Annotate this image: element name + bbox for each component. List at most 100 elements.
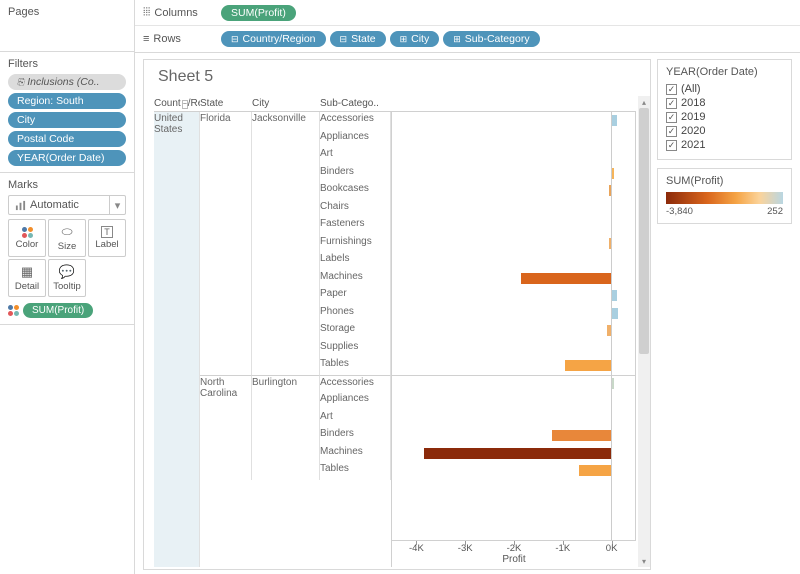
subcat-cell[interactable]: Binders bbox=[320, 165, 391, 183]
scroll-down-icon[interactable]: ▾ bbox=[638, 555, 650, 567]
filter-pill[interactable]: Region: South bbox=[8, 93, 126, 109]
color-gradient[interactable] bbox=[666, 192, 783, 204]
bar[interactable] bbox=[424, 448, 611, 459]
viz-pane: Sheet 5 Count−/Re.. United States State … bbox=[143, 59, 651, 570]
marks-grid: Color ⬭Size TLabel bbox=[8, 219, 126, 257]
subcat-cell[interactable]: Supplies bbox=[320, 340, 391, 358]
main-panel: ⦙⦙⦙Columns SUM(Profit) ≡Rows ⊟Country/Re… bbox=[135, 0, 800, 574]
size-icon: ⬭ bbox=[61, 224, 72, 240]
columns-shelf[interactable]: ⦙⦙⦙Columns SUM(Profit) bbox=[135, 0, 800, 26]
subcat-cell[interactable]: Binders bbox=[320, 427, 391, 445]
filter-pill[interactable]: Postal Code bbox=[8, 131, 126, 147]
marks-type-label: Automatic bbox=[30, 199, 79, 211]
tick-label: -2K bbox=[507, 543, 522, 554]
year-checkbox-row[interactable]: ✓(All) bbox=[666, 83, 783, 95]
subcat-cell[interactable]: Tables bbox=[320, 357, 391, 375]
subcat-cell[interactable]: Appliances bbox=[320, 392, 391, 410]
state-header[interactable]: State bbox=[200, 96, 252, 112]
columns-icon: ⦙⦙⦙ bbox=[143, 6, 150, 19]
marks-detail-button[interactable]: ▦Detail bbox=[8, 259, 46, 297]
shelf-pill[interactable]: ⊞City bbox=[390, 31, 440, 47]
rows-icon: ≡ bbox=[143, 33, 149, 45]
viz-area: Sheet 5 Count−/Re.. United States State … bbox=[135, 53, 800, 574]
subcat-cell[interactable]: Machines bbox=[320, 270, 391, 288]
tick-label: 0K bbox=[606, 543, 618, 554]
tick-label: -4K bbox=[409, 543, 424, 554]
x-axis-ticks: -4K-3K-2K-1K0K bbox=[392, 540, 636, 554]
subcat-cell[interactable]: Appliances bbox=[320, 130, 391, 148]
filter-pill[interactable]: City bbox=[8, 112, 126, 128]
year-checkbox-row[interactable]: ✓2019 bbox=[666, 111, 783, 123]
state-cell[interactable]: North Carolina bbox=[200, 375, 252, 480]
year-checkbox-row[interactable]: ✓2018 bbox=[666, 97, 783, 109]
marks-type-select[interactable]: Automatic ▾ bbox=[8, 195, 126, 215]
subcat-cell[interactable]: Tables bbox=[320, 462, 391, 480]
scroll-up-icon[interactable]: ▴ bbox=[638, 96, 650, 108]
marks-size-button[interactable]: ⬭Size bbox=[48, 219, 86, 257]
checkbox-icon[interactable]: ✓ bbox=[666, 84, 677, 95]
filters-shelf: Filters ⎘Inclusions (Co..Region: SouthCi… bbox=[0, 52, 134, 173]
checkbox-icon[interactable]: ✓ bbox=[666, 126, 677, 137]
expand-icon: ⊞ bbox=[400, 34, 408, 45]
bars-area: -4K-3K-2K-1K0K Profit bbox=[392, 96, 636, 567]
subcat-cell[interactable]: Fasteners bbox=[320, 217, 391, 235]
subcat-cell[interactable]: Chairs bbox=[320, 200, 391, 218]
subcat-col: Sub-Catego.. AccessoriesAppliancesArtBin… bbox=[320, 96, 392, 567]
marks-color-pill[interactable]: SUM(Profit) bbox=[23, 303, 93, 318]
shelf-pill[interactable]: ⊟Country/Region bbox=[221, 31, 326, 47]
year-checkbox-row[interactable]: ✓2020 bbox=[666, 125, 783, 137]
marks-color-button[interactable]: Color bbox=[8, 219, 46, 257]
marks-pill-row: SUM(Profit) bbox=[8, 303, 126, 318]
sheet-title: Sheet 5 bbox=[158, 68, 650, 86]
tick-label: -1K bbox=[555, 543, 570, 554]
bar[interactable] bbox=[552, 430, 610, 441]
marks-tooltip-button[interactable]: 💬Tooltip bbox=[48, 259, 86, 297]
link-icon: ⎘ bbox=[17, 77, 24, 88]
pages-shelf[interactable]: Pages bbox=[0, 0, 134, 52]
subcat-cell[interactable]: Art bbox=[320, 410, 391, 428]
shelf-pill[interactable]: SUM(Profit) bbox=[221, 5, 296, 21]
subcat-header[interactable]: Sub-Catego.. bbox=[320, 96, 392, 112]
year-checkbox-row[interactable]: ✓2021 bbox=[666, 139, 783, 151]
scroll-thumb[interactable] bbox=[639, 108, 649, 354]
bar[interactable] bbox=[611, 308, 618, 319]
subcat-cell[interactable]: Bookcases bbox=[320, 182, 391, 200]
subcat-cell[interactable]: Machines bbox=[320, 445, 391, 463]
checkbox-icon[interactable]: ✓ bbox=[666, 140, 677, 151]
city-cell[interactable]: Jacksonville bbox=[252, 112, 320, 375]
bars-body[interactable] bbox=[392, 112, 636, 540]
legend-max: 252 bbox=[767, 206, 783, 217]
country-col: Count−/Re.. United States bbox=[154, 96, 200, 567]
bar[interactable] bbox=[579, 465, 611, 476]
expand-icon: ⊟ bbox=[231, 34, 239, 45]
vertical-scrollbar[interactable]: ▴ ▾ bbox=[638, 96, 650, 567]
state-cell[interactable]: Florida bbox=[200, 112, 252, 375]
subcat-cell[interactable]: Storage bbox=[320, 322, 391, 340]
city-cell[interactable]: Burlington bbox=[252, 375, 320, 480]
bar[interactable] bbox=[521, 273, 611, 284]
subcat-cell[interactable]: Accessories bbox=[320, 112, 391, 130]
subcat-cell[interactable]: Labels bbox=[320, 252, 391, 270]
country-header[interactable]: Count−/Re.. bbox=[154, 96, 200, 112]
right-panel: YEAR(Order Date) ✓(All)✓2018✓2019✓2020✓2… bbox=[657, 59, 792, 570]
shelf-pill[interactable]: ⊟State bbox=[330, 31, 386, 47]
country-cell[interactable]: United States bbox=[154, 112, 200, 567]
filter-pill[interactable]: ⎘Inclusions (Co.. bbox=[8, 74, 126, 90]
subcat-cell[interactable]: Furnishings bbox=[320, 235, 391, 253]
city-header[interactable]: City bbox=[252, 96, 320, 112]
marks-title: Marks bbox=[8, 179, 126, 191]
x-axis-title: Profit bbox=[392, 554, 636, 567]
rows-shelf[interactable]: ≡Rows ⊟Country/Region⊟State⊞City⊞Sub-Cat… bbox=[135, 26, 800, 52]
subcat-cell[interactable]: Art bbox=[320, 147, 391, 165]
checkbox-icon[interactable]: ✓ bbox=[666, 98, 677, 109]
subcat-cell[interactable]: Phones bbox=[320, 305, 391, 323]
chevron-down-icon[interactable]: ▾ bbox=[109, 196, 125, 214]
subcat-cell[interactable]: Paper bbox=[320, 287, 391, 305]
checkbox-icon[interactable]: ✓ bbox=[666, 112, 677, 123]
bar[interactable] bbox=[565, 360, 611, 371]
subcat-cell[interactable]: Accessories bbox=[320, 375, 391, 393]
shelf-pill[interactable]: ⊞Sub-Category bbox=[443, 31, 539, 47]
row-headers: Count−/Re.. United States State FloridaN… bbox=[154, 96, 392, 567]
marks-label-button[interactable]: TLabel bbox=[88, 219, 126, 257]
filter-pill[interactable]: YEAR(Order Date) bbox=[8, 150, 126, 166]
